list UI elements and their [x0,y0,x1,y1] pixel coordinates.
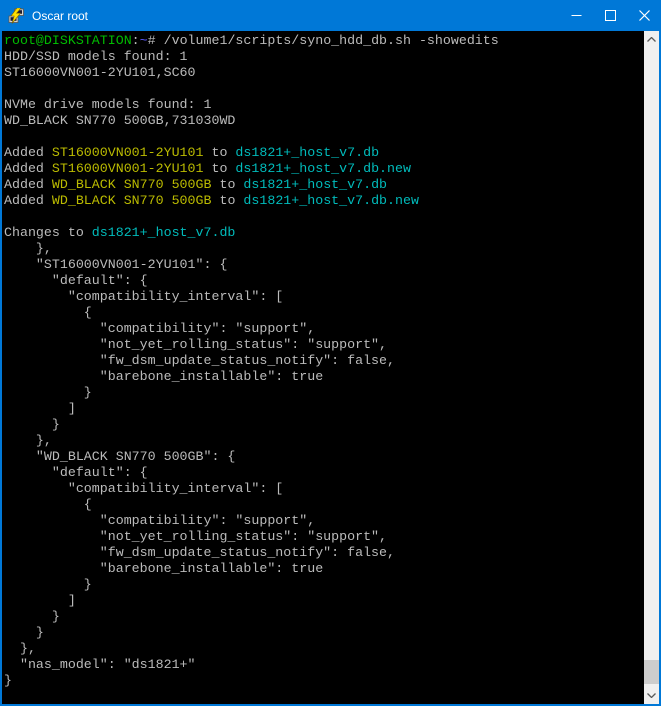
terminal-line: ] [4,401,644,417]
scroll-down-button[interactable] [644,687,659,704]
terminal-line: { [4,305,644,321]
terminal-line: "not_yet_rolling_status": "support", [4,337,644,353]
scroll-up-button[interactable] [644,31,659,48]
terminal-line: } [4,609,644,625]
terminal-line: }, [4,641,644,657]
minimize-icon [571,10,582,21]
terminal-line: Added WD_BLACK SN770 500GB to ds1821+_ho… [4,177,644,193]
window-body: root@DISKSTATION:~# /volume1/scripts/syn… [0,31,661,706]
terminal-line: "barebone_installable": true [4,369,644,385]
terminal-line: { [4,497,644,513]
putty-window: Oscar root root@DISKSTATION:~# /volume1/… [0,0,661,706]
terminal-line: WD_BLACK SN770 500GB,731030WD [4,113,644,129]
chevron-down-icon [647,693,656,698]
chevron-up-icon [647,37,656,42]
terminal-line: root@DISKSTATION:~# /volume1/scripts/syn… [4,33,644,49]
terminal-line: Added WD_BLACK SN770 500GB to ds1821+_ho… [4,193,644,209]
terminal-line: }, [4,433,644,449]
terminal-line: Added ST16000VN001-2YU101 to ds1821+_hos… [4,145,644,161]
title-bar[interactable]: Oscar root [0,0,661,31]
window-title: Oscar root [32,9,559,23]
minimize-button[interactable] [559,0,593,31]
terminal-line: "compatibility": "support", [4,513,644,529]
terminal-line: } [4,673,644,689]
maximize-icon [605,10,616,21]
terminal-line [4,129,644,145]
terminal-line: "default": { [4,465,644,481]
terminal-line: "nas_model": "ds1821+" [4,657,644,673]
scrollbar[interactable] [644,31,659,704]
terminal-line: HDD/SSD models found: 1 [4,49,644,65]
terminal-line: Changes to ds1821+_host_v7.db [4,225,644,241]
terminal-line [4,81,644,97]
terminal-output: root@DISKSTATION:~# /volume1/scripts/syn… [4,33,644,689]
terminal-line: "WD_BLACK SN770 500GB": { [4,449,644,465]
terminal[interactable]: root@DISKSTATION:~# /volume1/scripts/syn… [2,31,644,704]
terminal-line: NVMe drive models found: 1 [4,97,644,113]
terminal-line: } [4,625,644,641]
scrollbar-thumb[interactable] [644,660,659,684]
close-icon [639,10,650,21]
scrollbar-track[interactable] [644,48,659,687]
terminal-line: } [4,385,644,401]
terminal-line: } [4,577,644,593]
terminal-line: }, [4,241,644,257]
putty-app-icon[interactable] [8,8,24,24]
terminal-line: "ST16000VN001-2YU101": { [4,257,644,273]
maximize-button[interactable] [593,0,627,31]
terminal-line: "barebone_installable": true [4,561,644,577]
terminal-line: "compatibility_interval": [ [4,289,644,305]
terminal-line: "not_yet_rolling_status": "support", [4,529,644,545]
terminal-line: "compatibility": "support", [4,321,644,337]
terminal-line: "compatibility_interval": [ [4,481,644,497]
terminal-line: ] [4,593,644,609]
terminal-line: } [4,417,644,433]
terminal-line: ST16000VN001-2YU101,SC60 [4,65,644,81]
close-button[interactable] [627,0,661,31]
terminal-line [4,209,644,225]
terminal-line: "default": { [4,273,644,289]
terminal-line: "fw_dsm_update_status_notify": false, [4,545,644,561]
terminal-line: Added ST16000VN001-2YU101 to ds1821+_hos… [4,161,644,177]
terminal-line: "fw_dsm_update_status_notify": false, [4,353,644,369]
